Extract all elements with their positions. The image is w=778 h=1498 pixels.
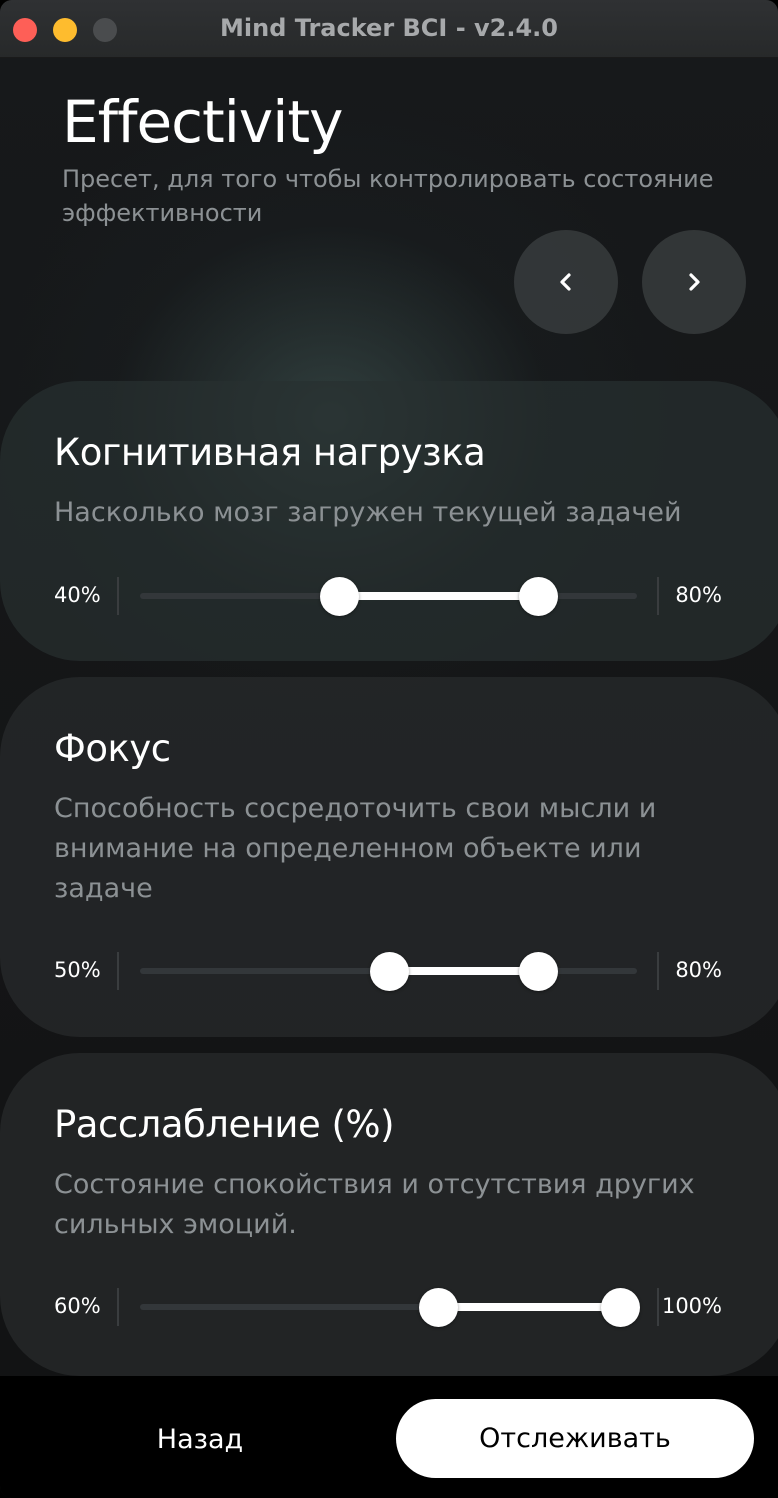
slider-handle-high[interactable] (518, 952, 558, 991)
metric-description: Состояние спокойствия и отсутствия други… (54, 1169, 695, 1240)
metric-card-relaxation: Расслабление (%) Состояние спокойствия и… (0, 1053, 778, 1376)
start-tracking-button[interactable]: Отслеживать (396, 1399, 754, 1478)
chevron-right-icon (689, 273, 700, 291)
title-bar[interactable]: Mind Tracker BCI - v2.4.0 (0, 0, 778, 58)
metric-title: Фокус (54, 727, 171, 770)
preset-title: Effectivity (62, 88, 343, 156)
metric-title: Расслабление (%) (54, 1103, 395, 1146)
divider (657, 952, 659, 990)
range-slider[interactable]: 50% 80% (0, 952, 778, 992)
divider (117, 577, 119, 615)
slider-handle-high[interactable] (518, 577, 558, 616)
range-slider[interactable]: 40% 80% (0, 577, 778, 617)
preset-description: Пресет, для того чтобы контролировать со… (62, 165, 714, 227)
slider-handle-low[interactable] (419, 1288, 459, 1327)
divider (657, 577, 659, 615)
slider-handle-high[interactable] (601, 1288, 640, 1327)
slider-handle-low[interactable] (369, 952, 409, 991)
range-max-label: 80% (675, 958, 722, 982)
back-button[interactable]: Назад (90, 1400, 310, 1478)
range-slider[interactable]: 60% 100% (0, 1288, 778, 1328)
slider-fill (388, 967, 538, 975)
footer-bar: Назад Отслеживать (0, 1376, 778, 1498)
metric-title: Когнитивная нагрузка (54, 431, 486, 474)
range-max-label: 80% (675, 583, 722, 607)
window-title: Mind Tracker BCI - v2.4.0 (220, 14, 558, 42)
range-min-label: 50% (54, 958, 101, 982)
previous-preset-button[interactable] (514, 230, 618, 334)
metric-description: Насколько мозг загружен текущей задачей (54, 497, 682, 528)
slider-handle-low[interactable] (319, 577, 359, 616)
next-preset-button[interactable] (642, 230, 746, 334)
range-min-label: 40% (54, 583, 101, 607)
chevron-left-icon (560, 273, 571, 291)
range-max-label: 100% (661, 1294, 722, 1318)
metric-card-cognitive-load: Когнитивная нагрузка Насколько мозг загр… (0, 381, 778, 661)
divider (117, 1288, 119, 1326)
metric-description: Способность сосредоточить свои мысли и в… (54, 793, 657, 904)
app-window: Mind Tracker BCI - v2.4.0 Effectivity Пр… (0, 0, 778, 1498)
divider (657, 1288, 659, 1326)
metric-card-focus: Фокус Способность сосредоточить свои мыс… (0, 677, 778, 1037)
slider-fill (338, 592, 538, 600)
divider (117, 952, 119, 990)
slider-fill (438, 1303, 620, 1311)
range-min-label: 60% (54, 1294, 101, 1318)
main-content: Effectivity Пресет, для того чтобы контр… (0, 58, 778, 1376)
